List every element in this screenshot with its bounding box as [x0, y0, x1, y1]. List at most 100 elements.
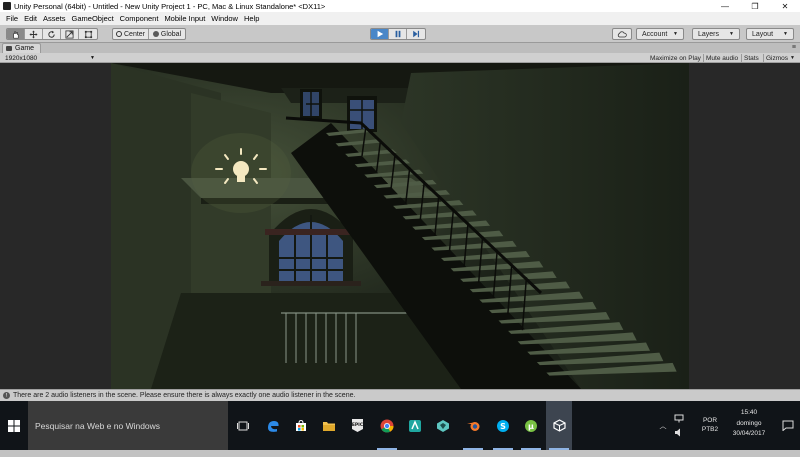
svg-text:EPIC: EPIC [351, 422, 363, 428]
store-button[interactable] [288, 401, 314, 450]
game-tab-label: Game [15, 45, 35, 52]
blender-button[interactable] [460, 401, 486, 450]
clock-date: 30/04/2017 [732, 430, 766, 437]
step-button[interactable] [407, 29, 425, 39]
game-tab[interactable]: Game [2, 43, 42, 53]
hand-icon [13, 31, 19, 38]
main-toolbar: Center Global Account ▼ Layers ▼ Layout ▼ [0, 25, 800, 43]
minimize-button[interactable]: — [710, 0, 740, 12]
file-explorer-button[interactable] [316, 401, 342, 450]
game-scene[interactable] [111, 63, 689, 389]
input-language-indicator[interactable]: POR PTB2 [698, 416, 722, 434]
svg-text:S: S [500, 422, 506, 431]
title-bar: Unity Personal (64bit) - Untitled - New … [0, 0, 800, 12]
speaker-icon [675, 428, 680, 437]
info-icon: ! [3, 392, 10, 399]
epic-games-button[interactable]: EPIC [344, 401, 370, 450]
menu-window[interactable]: Window [208, 14, 241, 23]
layers-label: Layers [698, 30, 720, 38]
close-button[interactable]: ✕ [770, 0, 800, 12]
show-hidden-icons-button[interactable]: ︿ [656, 401, 670, 450]
rect-icon [84, 30, 92, 38]
pivot-controls: Center Global [112, 28, 186, 40]
chevron-down-icon: ▼ [90, 55, 95, 61]
play-button[interactable] [371, 29, 389, 39]
pause-icon [395, 30, 400, 38]
search-placeholder: Pesquisar na Web e no Windows [35, 420, 161, 431]
menu-help[interactable]: Help [241, 14, 262, 23]
stats-toggle[interactable]: Stats [742, 54, 761, 62]
unity-icon [552, 419, 566, 432]
taskbar-search-box[interactable]: Pesquisar na Web e no Windows [28, 401, 228, 450]
globe-icon [152, 31, 159, 37]
move-tool-button[interactable] [25, 29, 43, 39]
play-icon [377, 30, 383, 38]
action-center-button[interactable] [776, 401, 800, 450]
playback-controls [370, 28, 426, 40]
game-view-controls: 1920x1080 ▼ Maximize on Play Mute audio … [0, 53, 800, 63]
menu-bar: File Edit Assets GameObject Component Mo… [0, 12, 800, 25]
app-button[interactable] [402, 401, 428, 450]
step-icon [413, 30, 420, 38]
chevron-up-icon: ︿ [659, 422, 667, 430]
game-tab-bar: Game ≡ [0, 43, 800, 53]
chrome-icon [380, 419, 394, 432]
utorrent-button[interactable]: µ [518, 401, 544, 450]
mute-audio-toggle[interactable]: Mute audio [704, 54, 740, 62]
taskbar-clock[interactable]: 15:40 domingo 30/04/2017 [726, 408, 772, 440]
epic-games-icon: EPIC [351, 419, 363, 432]
gizmos-label: Gizmos [766, 54, 789, 62]
store-icon [296, 419, 306, 431]
space-label: Global [160, 30, 182, 38]
maximize-on-play-toggle[interactable]: Maximize on Play [648, 54, 703, 62]
pause-button[interactable] [389, 29, 407, 39]
skype-button[interactable]: S [490, 401, 516, 450]
skype-icon: S [497, 419, 509, 432]
account-dropdown[interactable]: Account ▼ [636, 28, 684, 40]
gizmos-dropdown[interactable]: Gizmos ▼ [764, 54, 797, 62]
edge-button[interactable] [260, 401, 286, 450]
blender-icon [466, 422, 479, 431]
svg-text:µ: µ [528, 422, 534, 431]
menu-file[interactable]: File [3, 14, 21, 23]
chevron-down-icon: ▼ [673, 31, 678, 37]
resolution-dropdown[interactable]: 1920x1080 ▼ [3, 53, 97, 63]
clock-time: 15:40 [740, 409, 758, 416]
unity-hub-button[interactable] [430, 401, 456, 450]
status-message: There are 2 audio listeners in the scene… [13, 392, 356, 399]
task-view-button[interactable] [230, 401, 256, 450]
menu-gameobject[interactable]: GameObject [69, 14, 117, 23]
edge-icon [268, 420, 279, 432]
hand-tool-button[interactable] [7, 29, 25, 39]
file-explorer-icon [323, 421, 335, 431]
scale-icon [65, 29, 74, 39]
stairwell-render [111, 63, 689, 389]
windows-logo-icon [8, 419, 20, 432]
space-global-toggle[interactable]: Global [149, 29, 185, 39]
account-label: Account [642, 30, 668, 38]
menu-component[interactable]: Component [117, 14, 162, 23]
layers-dropdown[interactable]: Layers ▼ [692, 28, 740, 40]
menu-edit[interactable]: Edit [21, 14, 40, 23]
rect-tool-button[interactable] [79, 29, 97, 39]
layout-dropdown[interactable]: Layout ▼ [746, 28, 794, 40]
transform-tools [6, 28, 98, 40]
menu-mobile-input[interactable]: Mobile Input [161, 14, 208, 23]
scale-tool-button[interactable] [61, 29, 79, 39]
start-button[interactable] [0, 401, 28, 450]
panel-menu-icon[interactable]: ≡ [792, 44, 796, 51]
cloud-button[interactable] [612, 28, 632, 40]
clock-day: domingo [736, 419, 762, 427]
chrome-button[interactable] [374, 401, 400, 450]
language-code: POR [702, 417, 718, 424]
rotate-tool-button[interactable] [43, 29, 61, 39]
resolution-label: 1920x1080 [5, 54, 38, 62]
cloud-icon [617, 30, 627, 37]
pivot-label: Center [124, 30, 146, 38]
pivot-center-toggle[interactable]: Center [113, 29, 150, 39]
app-icon [409, 419, 421, 432]
menu-assets[interactable]: Assets [40, 14, 69, 23]
maximize-button[interactable]: ❐ [740, 0, 770, 12]
unity-button[interactable] [546, 401, 572, 450]
unity-hub-icon [437, 419, 449, 432]
